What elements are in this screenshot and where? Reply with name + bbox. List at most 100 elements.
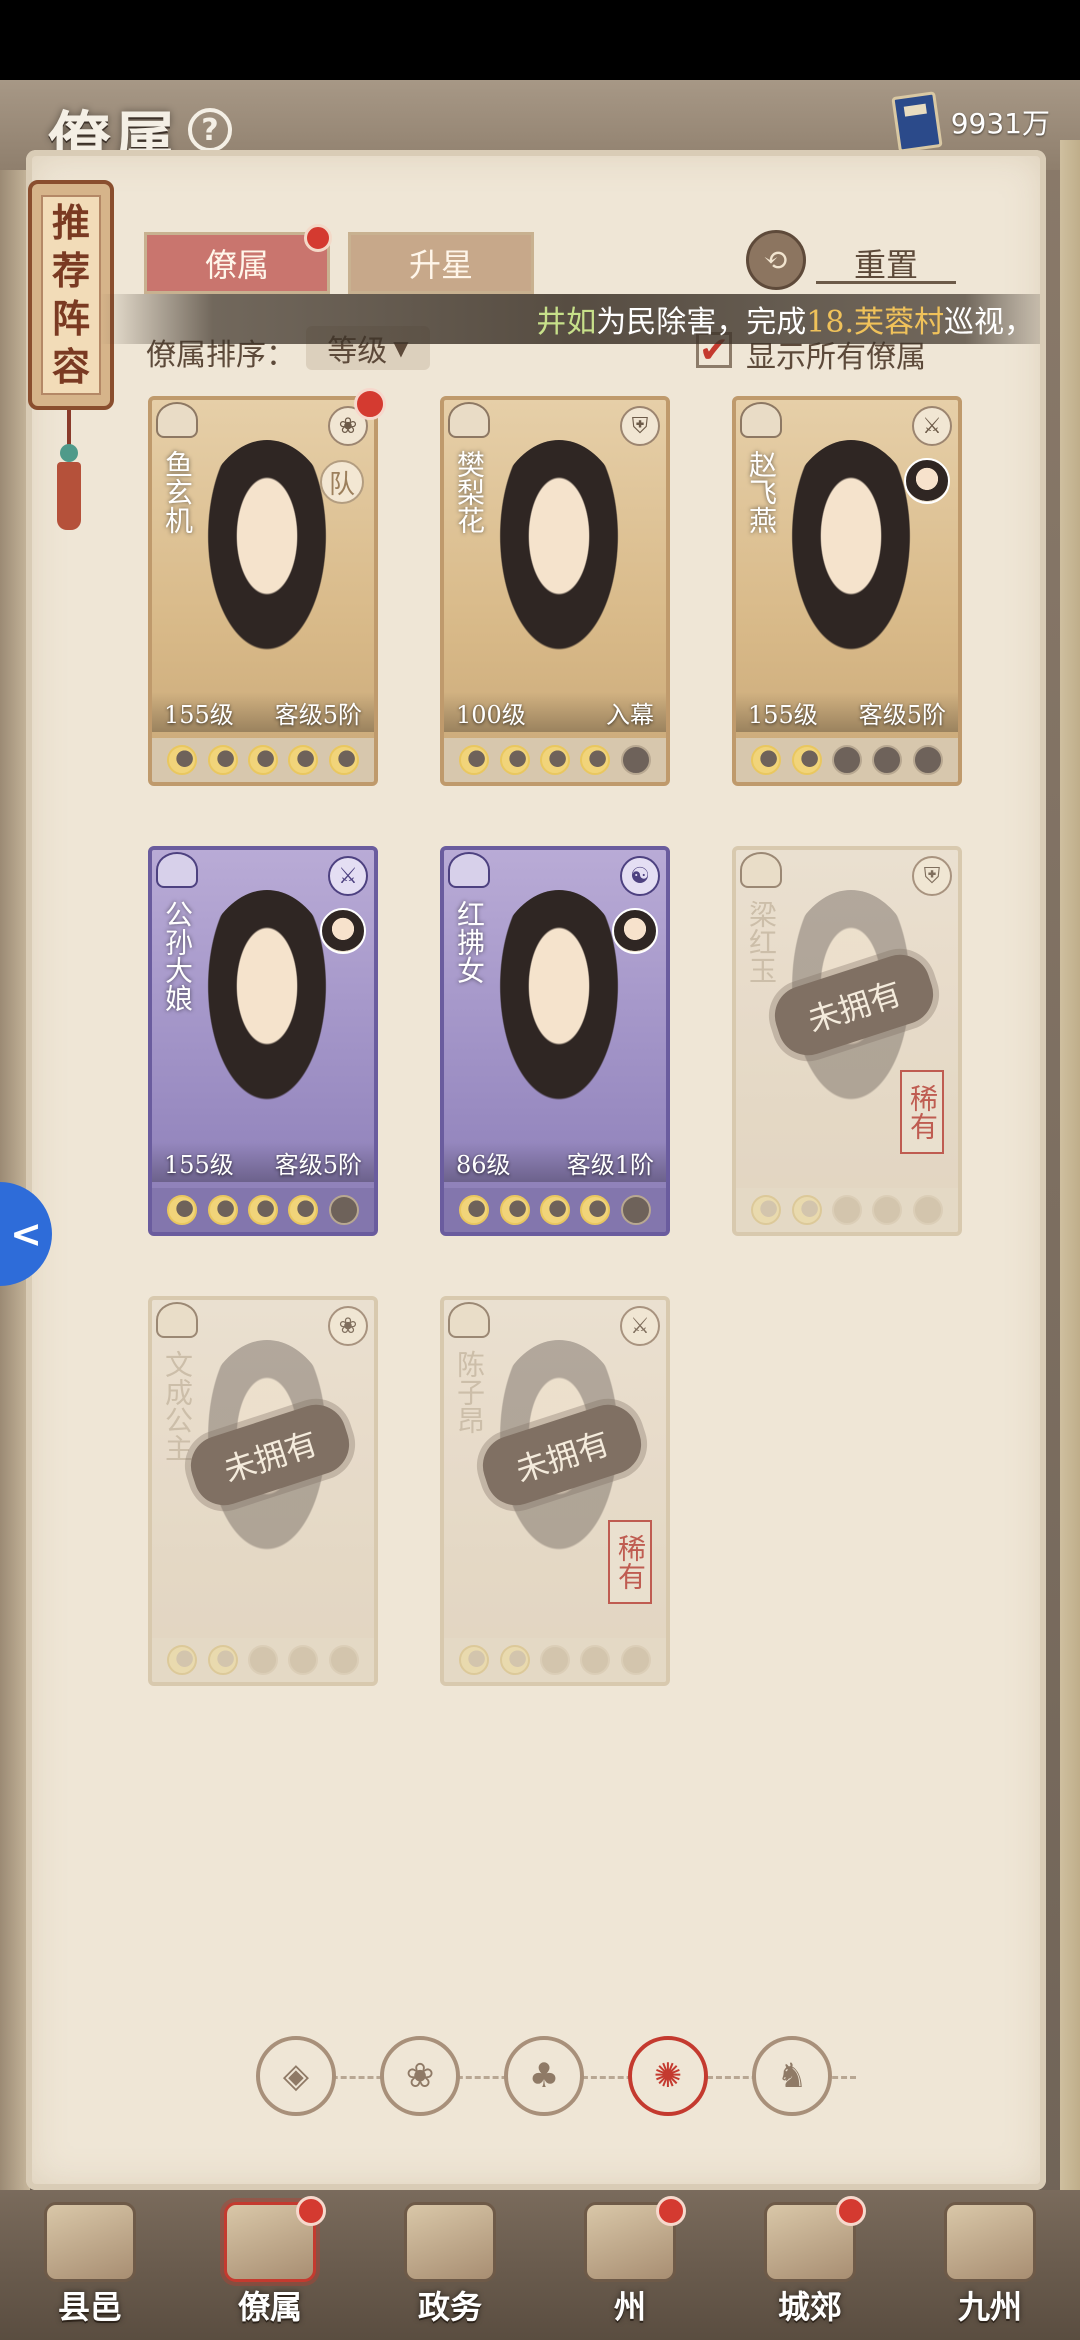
lotus-filter-icon[interactable]: ❀: [380, 2036, 460, 2116]
card-name: 文成公主: [161, 1350, 194, 1462]
announcement-text2: 巡视，: [944, 305, 1034, 340]
moon-star-icon: [620, 1645, 651, 1675]
moon-star-icon: [499, 1195, 530, 1225]
moon-star-icon: [751, 745, 782, 775]
moon-star-icon: [580, 1195, 611, 1225]
nav-item[interactable]: 僚属: [200, 2192, 340, 2332]
partner-avatar: [904, 458, 950, 504]
nav-label: 城郊: [777, 2288, 842, 2326]
subordinate-card[interactable]: ⛨ 樊梨花 100级 入幕: [440, 396, 670, 786]
bottom-nav: 县邑 僚属 政务 州 城郊 九州: [0, 2190, 1080, 2340]
star-row: [736, 738, 958, 782]
fan-icon: [740, 402, 782, 438]
subordinate-card[interactable]: ❀ 鱼玄机队 155级 客级5阶: [148, 396, 378, 786]
subordinate-card[interactable]: ⚔ 陈子昂 未拥有 稀有: [440, 1296, 670, 1686]
moon-star-icon: [831, 1195, 862, 1225]
fan-icon: [740, 852, 782, 888]
fan-icon: [156, 1302, 198, 1338]
currency-value: 9931万: [950, 107, 1050, 140]
tassel-icon: [56, 410, 82, 530]
card-level-row: 155级 客级5阶: [152, 1142, 374, 1182]
nav-item[interactable]: 县邑: [20, 2192, 160, 2332]
currency-display[interactable]: 9931万: [891, 91, 1050, 153]
fan-icon: [448, 852, 490, 888]
sword-icon: ⚔: [912, 406, 952, 446]
nav-label: 政务: [417, 2288, 482, 2326]
notification-dot: [836, 2196, 866, 2226]
all-filter-icon[interactable]: ◈: [256, 2036, 336, 2116]
nav-art-icon: [944, 2202, 1036, 2282]
moon-star-icon: [912, 1195, 943, 1225]
character-portrait: [484, 440, 634, 680]
status-bar-area: [0, 0, 1080, 80]
card-level-row: 100级 入幕: [444, 692, 666, 732]
moon-star-icon: [539, 745, 570, 775]
sword-icon: ⚔: [620, 1306, 660, 1346]
nav-art-icon: [44, 2202, 136, 2282]
card-name: 赵飞燕: [745, 450, 778, 534]
card-name: 鱼玄机: [161, 450, 194, 534]
nav-art-icon: [404, 2202, 496, 2282]
scroll-char: 荐: [51, 248, 90, 293]
lotus-icon: ❀: [328, 1306, 368, 1346]
scroll-char: 容: [51, 344, 90, 389]
card-rank: 客级5阶: [274, 700, 362, 729]
fan-filter-icon[interactable]: ✺: [628, 2036, 708, 2116]
reset-button[interactable]: 重置: [816, 240, 956, 284]
subordinate-card[interactable]: ☯ 红拂女 86级 客级1阶: [440, 846, 670, 1236]
card-level: 100级: [456, 700, 526, 729]
moon-star-icon: [499, 1645, 530, 1675]
scroll-char: 阵: [51, 296, 90, 341]
partner-avatar: [612, 908, 658, 954]
nav-item[interactable]: 州: [560, 2192, 700, 2332]
card-rank: 客级1阶: [566, 1150, 654, 1179]
notification-dot: [296, 2196, 326, 2226]
fan-icon: [448, 402, 490, 438]
gourd-filter-icon[interactable]: ♣: [504, 2036, 584, 2116]
nav-label: 州: [613, 2288, 646, 2326]
moon-star-icon: [872, 745, 903, 775]
card-rank: 客级5阶: [858, 700, 946, 729]
moon-star-icon: [247, 745, 278, 775]
announcement-text1: 为民除害，完成: [596, 305, 807, 340]
moon-star-icon: [288, 1195, 319, 1225]
tab-subordinates[interactable]: 僚属: [144, 232, 330, 294]
card-level-row: 86级 客级1阶: [444, 1142, 666, 1182]
beast-filter-icon[interactable]: ♞: [752, 2036, 832, 2116]
scroll-char: 推: [51, 200, 90, 245]
subordinate-card[interactable]: ❀ 文成公主 未拥有: [148, 1296, 378, 1686]
star-row: [152, 1188, 374, 1232]
card-level: 86级: [456, 1150, 511, 1179]
notification-dot: [304, 224, 332, 252]
moon-star-icon: [167, 1195, 198, 1225]
tab-star-up[interactable]: 升星: [348, 232, 534, 294]
card-name: 公孙大娘: [161, 900, 194, 1012]
subordinate-card[interactable]: ⚔ 公孙大娘 155级 客级5阶: [148, 846, 378, 1236]
moon-star-icon: [459, 745, 490, 775]
announcement-place: 18.芙蓉村: [806, 305, 944, 340]
card-rank: 入幕: [606, 700, 654, 729]
card-level-row: 155级 客级5阶: [152, 692, 374, 732]
subordinate-card[interactable]: ⚔ 赵飞燕 155级 客级5阶: [732, 396, 962, 786]
partner-avatar: [320, 908, 366, 954]
card-level: 155级: [748, 700, 818, 729]
card-level-row: 155级 客级5阶: [736, 692, 958, 732]
reset-icon[interactable]: ⟲: [746, 230, 806, 290]
nav-item[interactable]: 城郊: [740, 2192, 880, 2332]
nav-item[interactable]: 政务: [380, 2192, 520, 2332]
shield-icon: ⛨: [912, 856, 952, 896]
moon-star-icon: [580, 745, 611, 775]
moon-star-icon: [328, 745, 359, 775]
moon-star-icon: [207, 745, 238, 775]
subordinate-card[interactable]: ⛨ 梁红玉 未拥有 稀有: [732, 846, 962, 1236]
moon-star-icon: [539, 1195, 570, 1225]
help-icon[interactable]: ?: [188, 108, 232, 152]
nav-item[interactable]: 九州: [920, 2192, 1060, 2332]
card-name: 梁红玉: [745, 900, 778, 984]
shield-icon: ⛨: [620, 406, 660, 446]
star-row: [152, 1638, 374, 1682]
moon-star-icon: [620, 1195, 651, 1225]
moon-star-icon: [207, 1645, 238, 1675]
notification-dot: [354, 388, 386, 420]
moon-star-icon: [247, 1195, 278, 1225]
